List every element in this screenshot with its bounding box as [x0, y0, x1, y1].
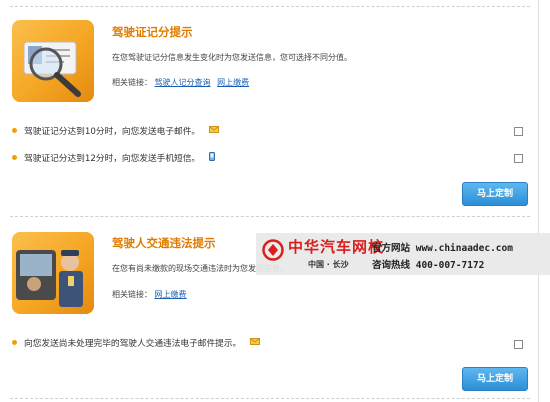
link-online-payment[interactable]: 网上缴费	[155, 290, 187, 299]
divider-top	[10, 6, 530, 7]
police-car-icon	[12, 232, 94, 314]
checkbox-email-10[interactable]	[514, 127, 523, 136]
right-border	[538, 0, 539, 402]
watermark-website: 官方网站 www.chinaadec.com	[372, 243, 513, 254]
brand-logo-icon	[262, 239, 284, 265]
subscribe-button-1[interactable]: 马上定制	[462, 182, 528, 206]
phone-icon	[209, 151, 216, 164]
option-label: 驾驶证记分达到12分时，向您发送手机短信。	[24, 154, 201, 164]
section1-related-links: 相关链接： 驾驶人记分查询 网上缴费	[112, 77, 253, 88]
option-row-email-10: 驾驶证记分达到10分时，向您发送电子邮件。	[12, 124, 220, 137]
option-label: 向您发送尚未处理完毕的驾驶人交通违法电子邮件提示。	[24, 339, 242, 349]
checkbox-sms-12[interactable]	[514, 154, 523, 163]
section1-description: 在您驾驶证记分信息发生变化时为您发送信息，您可选择不同分值。	[112, 53, 352, 62]
checkbox-violation-email[interactable]	[514, 340, 523, 349]
watermark-banner: 中华汽车网校 中国 · 长沙 官方网站 www.chinaadec.com 咨询…	[256, 233, 550, 275]
bullet-icon	[12, 128, 17, 133]
link-online-payment[interactable]: 网上缴费	[217, 78, 249, 87]
subscribe-button-2[interactable]: 马上定制	[462, 367, 528, 391]
license-magnifier-icon	[12, 20, 94, 102]
option-row-violation-email: 向您发送尚未处理完毕的驾驶人交通违法电子邮件提示。	[12, 336, 261, 349]
watermark-hotline: 咨询热线 400-007-7172	[372, 260, 485, 271]
divider-middle	[10, 216, 530, 217]
section1-title: 驾驶证记分提示	[112, 25, 193, 39]
email-icon	[209, 125, 220, 136]
related-links-label: 相关链接：	[112, 78, 152, 87]
bullet-icon	[12, 155, 17, 160]
option-row-sms-12: 驾驶证记分达到12分时，向您发送手机短信。	[12, 151, 216, 164]
section2-title: 驾驶人交通违法提示	[112, 236, 216, 250]
option-label: 驾驶证记分达到10分时，向您发送电子邮件。	[24, 127, 201, 137]
divider-bottom	[10, 398, 530, 399]
watermark-city: 中国 · 长沙	[308, 260, 349, 269]
link-score-query[interactable]: 驾驶人记分查询	[155, 78, 211, 87]
email-icon	[250, 337, 261, 348]
related-links-label: 相关链接：	[112, 290, 152, 299]
section2-related-links: 相关链接： 网上缴费	[112, 289, 191, 300]
watermark-brand: 中华汽车网校	[288, 238, 385, 256]
bullet-icon	[12, 340, 17, 345]
